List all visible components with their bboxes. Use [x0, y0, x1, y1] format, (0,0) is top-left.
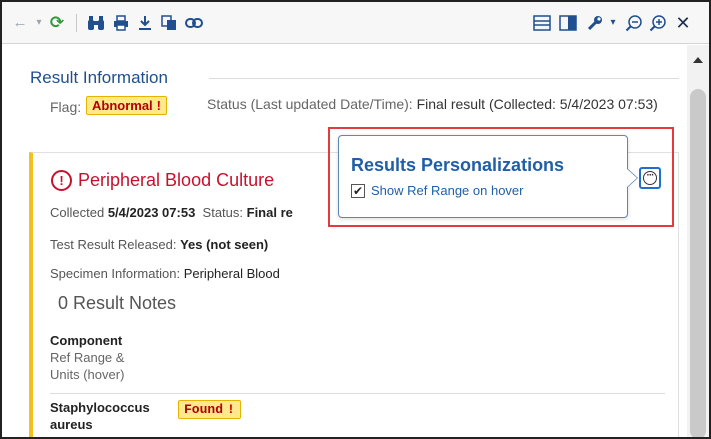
more-options-button[interactable]: ··· — [639, 167, 661, 189]
abnormal-flag-badge: Abnormal! — [86, 96, 168, 115]
link-icon[interactable] — [184, 14, 204, 32]
component-name[interactable]: Staphylococcus aureus — [50, 399, 150, 433]
toolbar: ← ▾ ⟳ ▾ ✕ — [2, 2, 709, 44]
found-result-text: Found — [184, 402, 224, 417]
collected-line: Collected 5/4/2023 07:53 Status: Final r… — [50, 205, 293, 220]
dropdown-arrow-icon[interactable]: ▾ — [34, 14, 44, 32]
result-status: Status (Last updated Date/Time): Final r… — [207, 95, 667, 114]
exclamation-icon: ! — [227, 402, 235, 417]
collected-value: 5/4/2023 07:53 — [107, 205, 196, 220]
refresh-icon[interactable]: ⟳ — [48, 14, 66, 32]
exclamation-icon: ! — [156, 98, 162, 113]
result-information-title: Result Information — [30, 68, 168, 87]
test-title[interactable]: Peripheral Blood Culture — [78, 170, 274, 191]
specimen-line: Specimen Information: Peripheral Blood — [50, 266, 280, 281]
result-notes-link[interactable]: 0 Result Notes — [58, 293, 176, 314]
scroll-up-arrow-icon[interactable] — [693, 57, 703, 63]
results-personalizations-popover: Results Personalizations ✔ Show Ref Rang… — [338, 135, 628, 218]
binoculars-icon[interactable] — [86, 14, 106, 32]
back-arrow-icon[interactable]: ← — [12, 14, 28, 32]
layout-horizontal-icon[interactable] — [532, 14, 552, 32]
result-content: Result Information Flag: Abnormal! Statu… — [2, 45, 686, 438]
status-label: Status (Last updated Date/Time): — [207, 96, 413, 112]
copy-icon[interactable] — [160, 14, 178, 32]
row-divider — [50, 437, 665, 438]
popover-arrow-inner — [627, 169, 637, 187]
alert-circle-icon: ! — [51, 170, 72, 191]
section-divider — [209, 78, 679, 79]
component-column-header: Component Ref Range & Units (hover) — [50, 332, 140, 383]
show-ref-range-label[interactable]: Show Ref Range on hover — [371, 183, 523, 198]
specimen-value: Peripheral Blood — [183, 266, 280, 281]
print-icon[interactable] — [112, 14, 130, 32]
test-status-value: Final re — [246, 205, 293, 220]
flag-label: Flag: — [50, 99, 82, 115]
show-ref-range-checkbox[interactable]: ✔ — [351, 184, 365, 198]
specimen-label: Specimen Information: — [50, 266, 181, 281]
wrench-dropdown-icon[interactable]: ▾ — [608, 14, 618, 32]
vertical-scrollbar[interactable] — [687, 45, 709, 437]
status-value: Final result (Collected: 5/4/2023 07:53) — [416, 96, 658, 112]
abnormal-flag-text: Abnormal — [92, 98, 153, 113]
results-window: ← ▾ ⟳ ▾ ✕ Result Information Flag: Abnor… — [0, 0, 711, 439]
component-header: Component — [50, 333, 123, 348]
ref-range-header: Ref Range & Units (hover) — [50, 350, 125, 382]
toolbar-separator — [76, 14, 77, 32]
released-label: Test Result Released: — [50, 237, 177, 252]
scrollbar-thumb[interactable] — [690, 89, 706, 437]
more-options-icon: ··· — [643, 171, 657, 185]
collected-label: Collected — [50, 205, 105, 220]
layout-split-icon[interactable] — [558, 14, 578, 32]
test-status-label: Status: — [202, 205, 243, 220]
zoom-in-icon[interactable] — [648, 14, 668, 32]
popover-title: Results Personalizations — [351, 155, 565, 175]
released-line: Test Result Released: Yes (not seen) — [50, 237, 268, 252]
zoom-out-icon[interactable] — [624, 14, 644, 32]
download-icon[interactable] — [136, 14, 154, 32]
close-icon[interactable]: ✕ — [674, 14, 692, 32]
released-value: Yes (not seen) — [180, 237, 269, 252]
header-divider — [50, 393, 665, 394]
found-result-badge: Found! — [178, 400, 241, 419]
wrench-icon[interactable] — [586, 14, 604, 32]
